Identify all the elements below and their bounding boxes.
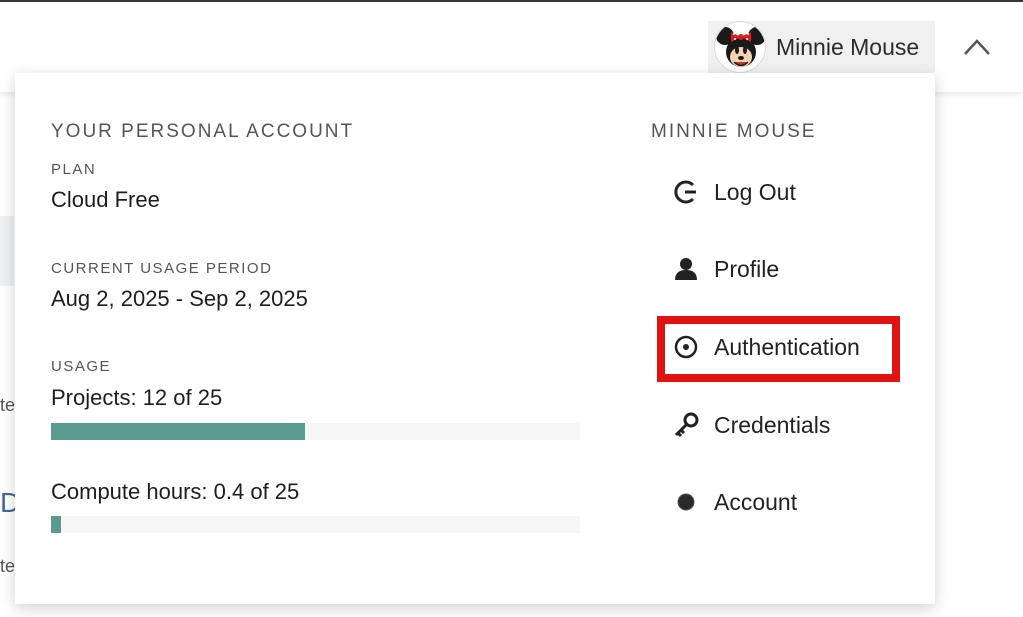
collapse-menu-button[interactable]: [955, 28, 999, 64]
compute-usage-bar: [51, 516, 580, 533]
usage-period-value: Aug 2, 2025 - Sep 2, 2025: [51, 286, 308, 311]
person-icon: [672, 255, 700, 283]
menu-item-credentials[interactable]: Credentials: [658, 399, 898, 451]
menu-item-account[interactable]: Account: [658, 476, 898, 528]
target-icon: [672, 333, 700, 361]
menu-item-label: Account: [714, 488, 798, 515]
menu-item-label: Authentication: [714, 333, 860, 360]
plan-label: PLAN: [51, 161, 97, 178]
projects-usage-bar: [51, 423, 580, 440]
menu-item-profile[interactable]: Profile: [658, 243, 898, 295]
background-text-fragment: te: [0, 556, 16, 576]
menu-item-log-out[interactable]: Log Out: [658, 166, 898, 218]
background-text-fragment: te: [0, 395, 16, 415]
menu-item-authentication[interactable]: Authentication: [658, 321, 898, 373]
usage-period-label: CURRENT USAGE PERIOD: [51, 260, 273, 277]
minnie-avatar-icon: [716, 27, 765, 67]
compute-usage-fill: [51, 516, 62, 533]
dot-icon: [672, 488, 700, 516]
chevron-up-icon: [964, 39, 990, 55]
account-section-title: YOUR PERSONAL ACCOUNT: [51, 121, 355, 142]
avatar: [714, 21, 766, 73]
usage-label: USAGE: [51, 358, 112, 375]
plan-value: Cloud Free: [51, 187, 160, 212]
key-icon: [672, 411, 700, 439]
logout-icon: [672, 178, 700, 206]
user-menu-title: MINNIE MOUSE: [651, 121, 817, 142]
menu-item-label: Profile: [714, 255, 780, 282]
background-band: [0, 216, 14, 286]
compute-usage-text: Compute hours: 0.4 of 25: [51, 479, 300, 504]
menu-item-label: Log Out: [714, 178, 796, 205]
user-menu-toggle[interactable]: Minnie Mouse: [708, 21, 935, 73]
projects-usage-text: Projects: 12 of 25: [51, 385, 223, 410]
user-name: Minnie Mouse: [776, 33, 920, 60]
projects-usage-fill: [51, 423, 305, 440]
menu-item-label: Credentials: [714, 411, 831, 438]
